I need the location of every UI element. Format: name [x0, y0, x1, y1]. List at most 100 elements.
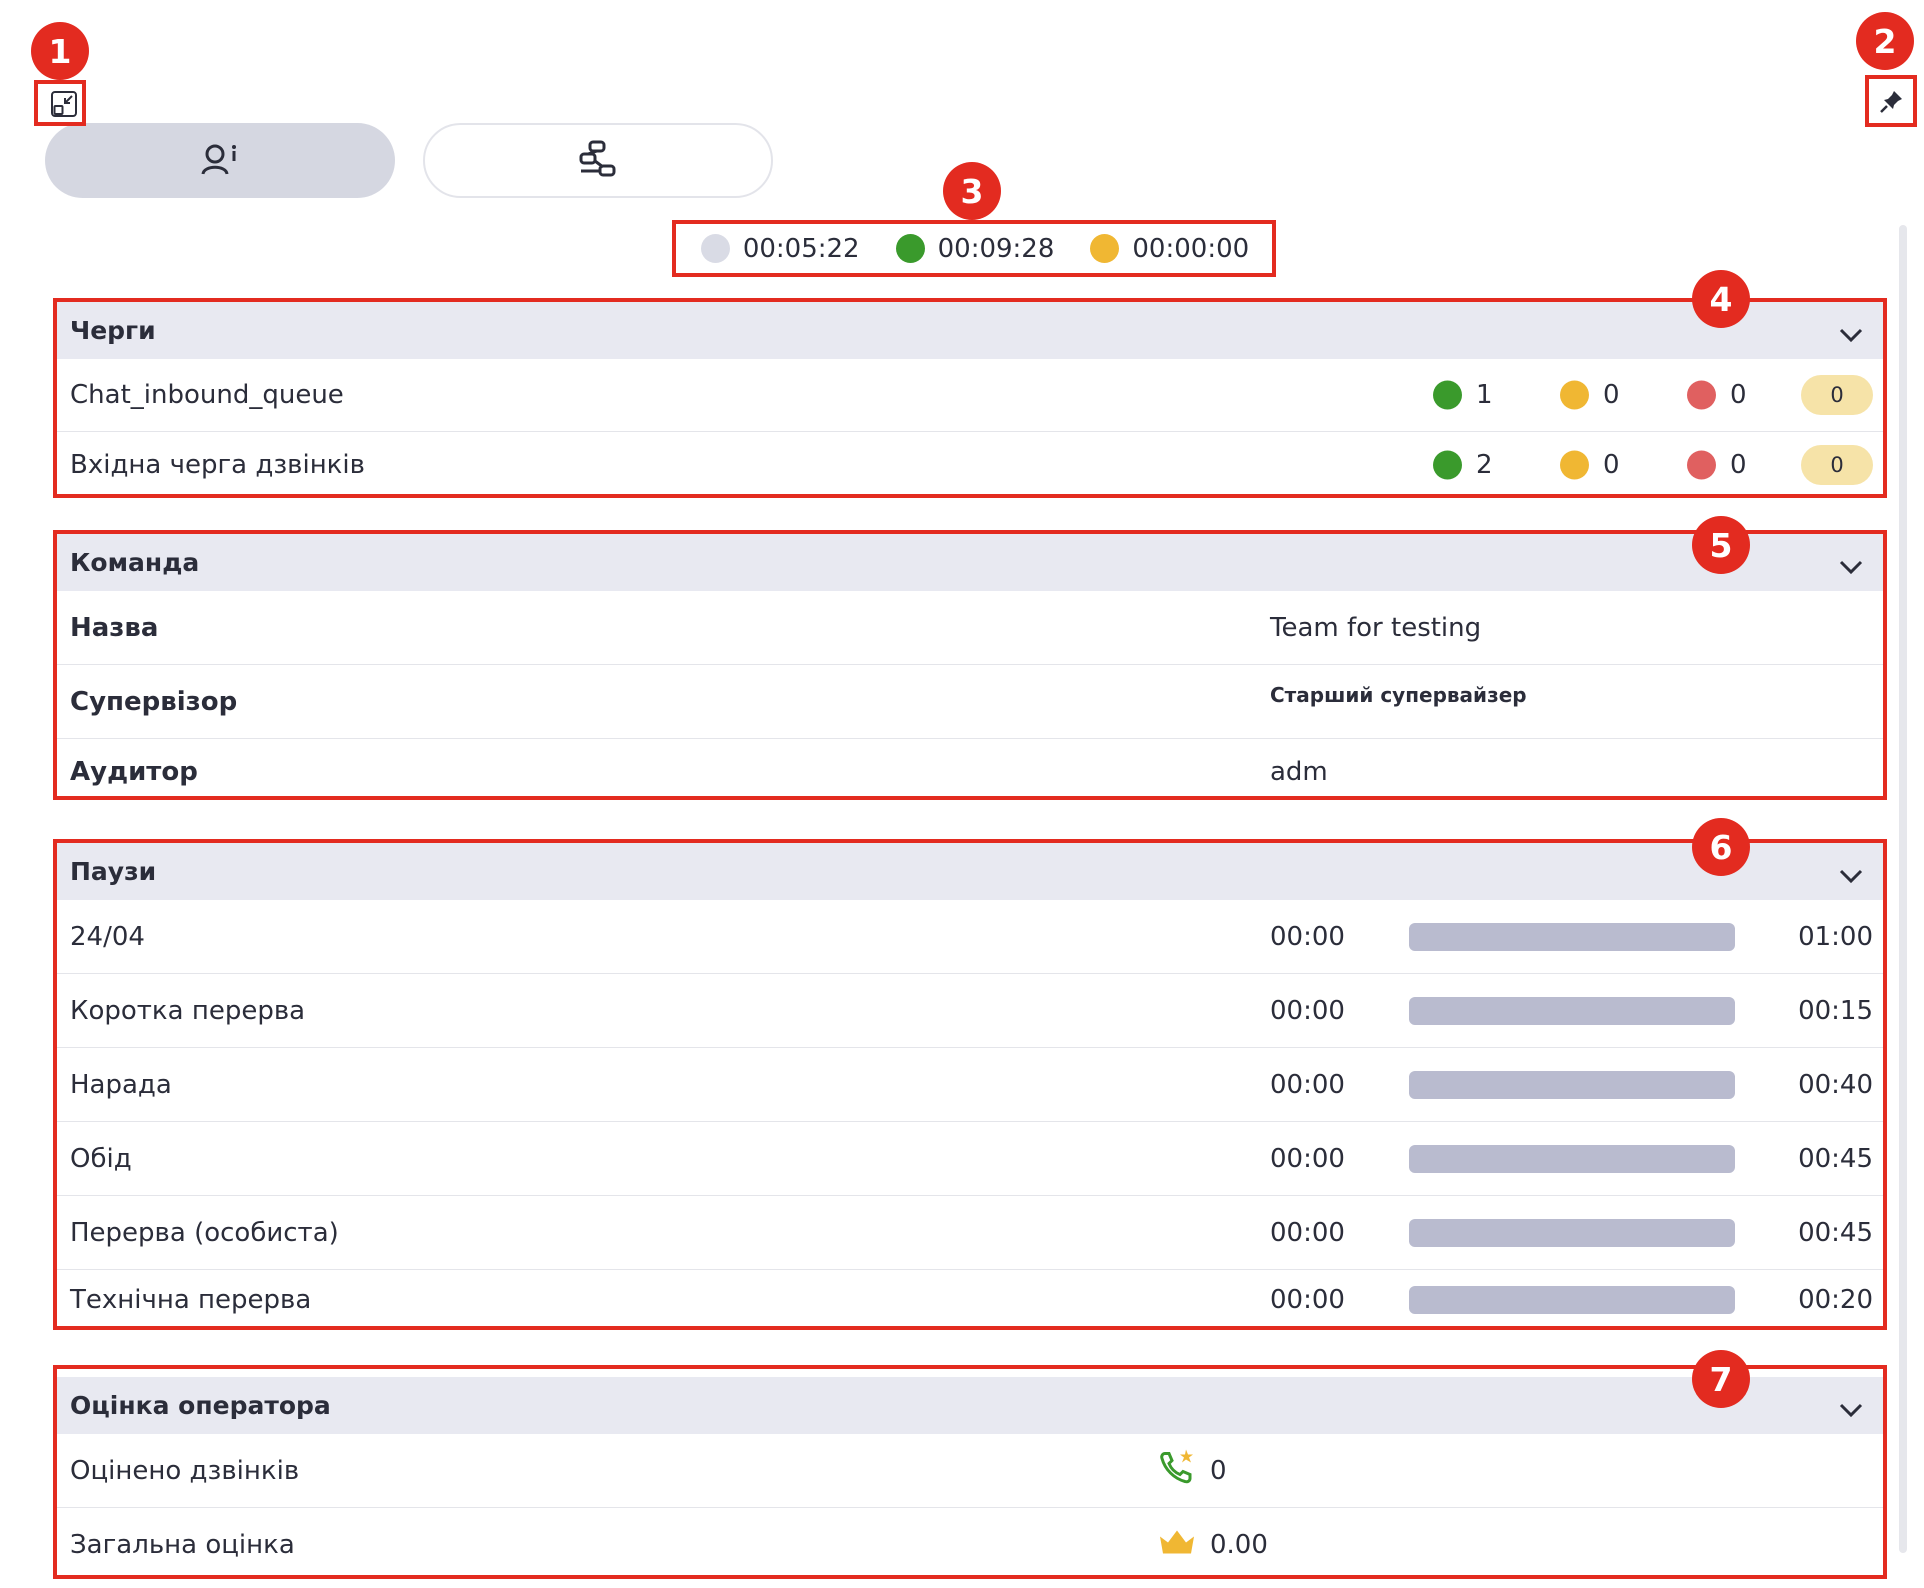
- pause-used: 00:00: [1270, 1069, 1345, 1100]
- chevron-down-icon[interactable]: [1839, 320, 1863, 349]
- rating-row: Оцінено дзвінків 0: [57, 1434, 1883, 1508]
- pause-used: 00:00: [1270, 921, 1345, 952]
- callout-badge: 6: [1692, 818, 1750, 876]
- green-dot: [1433, 380, 1462, 410]
- rating-label: Оцінено дзвінків: [70, 1455, 300, 1486]
- operator-info-icon: [200, 142, 240, 180]
- red-dot: [1687, 380, 1716, 410]
- pause-row: Нарада 00:00 00:40: [57, 1048, 1883, 1122]
- green-dot: [1433, 450, 1462, 479]
- tab-operator-info[interactable]: [45, 123, 395, 198]
- pause-limit: 00:45: [1798, 1217, 1873, 1248]
- section-title: Команда: [70, 548, 200, 577]
- pin-icon[interactable]: [1875, 84, 1909, 118]
- team-value: Team for testing: [1270, 612, 1482, 643]
- crown-icon: [1157, 1526, 1197, 1565]
- team-row: Аудитор adm: [57, 739, 1883, 805]
- timer-idle: 00:05:22: [700, 233, 860, 264]
- timer-value: 00:09:28: [937, 233, 1055, 264]
- pause-row: Перерва (особиста) 00:00 00:45: [57, 1196, 1883, 1270]
- pause-used: 00:00: [1270, 1143, 1345, 1174]
- team-header[interactable]: Команда: [57, 534, 1883, 591]
- pause-row: Технічна перерва 00:00 00:20: [57, 1270, 1883, 1330]
- queue-row: Вхідна черга дзвінків 2 0 0 0: [57, 432, 1883, 497]
- pause-progress-bar: [1409, 1070, 1735, 1099]
- pause-name: 24/04: [70, 921, 145, 952]
- pause-progress-bar: [1409, 1144, 1735, 1173]
- yellow-dot: [1560, 380, 1589, 410]
- scrollbar[interactable]: [1899, 225, 1907, 1553]
- pause-row: Обід 00:00 00:45: [57, 1122, 1883, 1196]
- pause-name: Перерва (особиста): [70, 1217, 339, 1248]
- rating-label: Загальна оцінка: [70, 1530, 295, 1560]
- queue-name: Вхідна черга дзвінків: [70, 449, 365, 480]
- red-count: 0: [1730, 449, 1747, 480]
- callout-badge: 3: [943, 162, 1001, 220]
- pause-row: 24/04 00:00 01:00: [57, 900, 1883, 974]
- pauses-section: Паузи 24/04 00:00 01:00 Коротка перерва 00:0…: [57, 843, 1883, 1330]
- chevron-down-icon[interactable]: [1839, 861, 1863, 890]
- pause-progress-bar: [1409, 1286, 1735, 1314]
- red-count: 0: [1730, 380, 1747, 410]
- status-dot: [895, 234, 925, 263]
- rated-call-icon: [1157, 1447, 1197, 1494]
- pause-limit: 00:15: [1798, 995, 1873, 1026]
- pause-limit: 00:40: [1798, 1069, 1873, 1100]
- pause-used: 00:00: [1270, 1285, 1345, 1315]
- pause-limit: 01:00: [1798, 921, 1873, 952]
- queue-row: Chat_inbound_queue 1 0 0 0: [57, 359, 1883, 432]
- team-value: Старший супервайзер: [1270, 683, 1527, 707]
- timer-value: 00:00:00: [1132, 233, 1250, 264]
- timer-pause: 00:00:00: [1090, 234, 1249, 264]
- pause-progress-bar: [1409, 1218, 1735, 1247]
- rating-header[interactable]: Оцінка оператора: [57, 1377, 1883, 1434]
- queues-header[interactable]: Черги: [57, 302, 1883, 359]
- pause-limit: 00:45: [1798, 1143, 1873, 1174]
- pause-name: Обід: [70, 1143, 132, 1174]
- callout-badge: 7: [1692, 1350, 1750, 1408]
- team-value: adm: [1270, 757, 1328, 787]
- pause-progress-bar: [1409, 996, 1735, 1025]
- section-title: Паузи: [70, 857, 157, 886]
- workflow-icon: [578, 140, 618, 182]
- green-count: 2: [1476, 449, 1493, 480]
- chevron-down-icon[interactable]: [1839, 552, 1863, 581]
- status-dot: [700, 234, 730, 263]
- callout-badge: 4: [1692, 270, 1750, 328]
- yellow-dot: [1560, 450, 1589, 479]
- rating-row: Загальна оцінка 0.00: [57, 1508, 1883, 1582]
- status-dot: [1090, 234, 1120, 263]
- pause-row: Коротка перерва 00:00 00:15: [57, 974, 1883, 1048]
- timer-available: 00:09:28: [895, 233, 1055, 264]
- tab-workflow[interactable]: [423, 123, 773, 198]
- team-label: Назва: [70, 612, 159, 643]
- callout-badge: 1: [31, 22, 89, 80]
- pause-name: Технічна перерва: [70, 1285, 312, 1315]
- pause-used: 00:00: [1270, 995, 1345, 1026]
- team-label: Супервізор: [70, 686, 238, 717]
- callout-badge: 5: [1692, 516, 1750, 574]
- pauses-header[interactable]: Паузи: [57, 843, 1883, 900]
- section-title: Черги: [70, 316, 156, 345]
- pause-used: 00:00: [1270, 1217, 1345, 1248]
- queue-name: Chat_inbound_queue: [70, 380, 344, 410]
- pause-name: Коротка перерва: [70, 995, 306, 1026]
- team-row: Супервізор Старший супервайзер: [57, 665, 1883, 739]
- collapse-window-icon[interactable]: [47, 87, 81, 121]
- rating-section: Оцінка оператора Оцінено дзвінків 0 Зага…: [57, 1377, 1883, 1582]
- rating-value: 0: [1210, 1455, 1227, 1486]
- yellow-count: 0: [1603, 380, 1620, 410]
- team-section: Команда Назва Team for testing Супервізо…: [57, 534, 1883, 805]
- queue-total-pill: 0: [1801, 375, 1873, 415]
- team-row: Назва Team for testing: [57, 591, 1883, 665]
- pause-limit: 00:20: [1798, 1285, 1873, 1315]
- chevron-down-icon[interactable]: [1839, 1395, 1863, 1424]
- red-dot: [1687, 450, 1716, 479]
- yellow-count: 0: [1603, 449, 1620, 480]
- section-title: Оцінка оператора: [70, 1391, 331, 1420]
- timer-value: 00:05:22: [742, 233, 860, 264]
- pause-progress-bar: [1409, 922, 1735, 951]
- queue-total-pill: 0: [1801, 444, 1873, 485]
- green-count: 1: [1476, 380, 1493, 410]
- queues-section: Черги Chat_inbound_queue 1 0 0 0 Вхідна …: [57, 302, 1883, 497]
